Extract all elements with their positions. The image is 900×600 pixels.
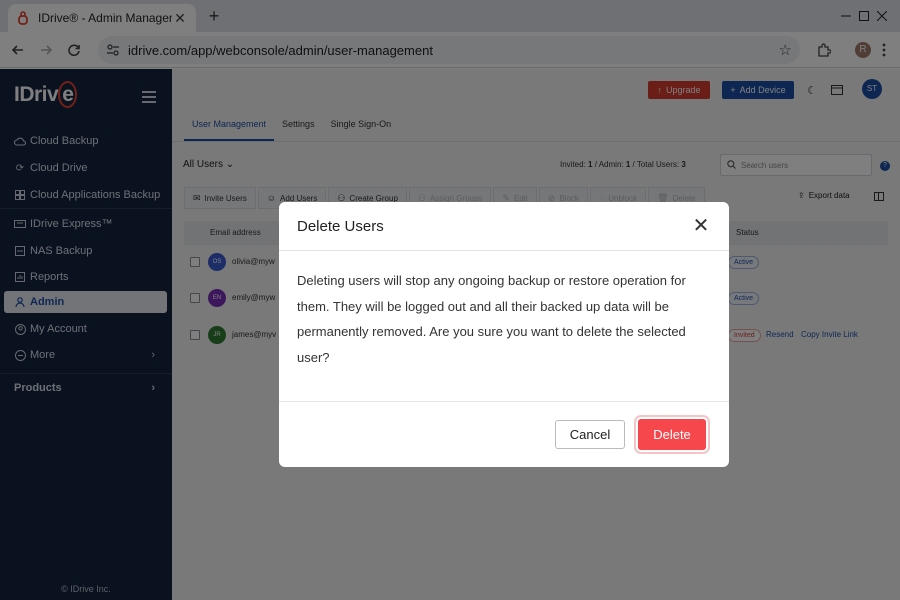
delete-users-dialog: Delete Users ✕ Deleting users will stop … <box>279 202 729 467</box>
close-icon[interactable]: ✕ <box>690 215 712 237</box>
dialog-message: Deleting users will stop any ongoing bac… <box>297 273 686 365</box>
dialog-divider <box>279 401 729 402</box>
dialog-divider <box>279 250 729 251</box>
dialog-title: Delete Users <box>297 218 384 235</box>
delete-button[interactable]: Delete <box>638 419 706 450</box>
cancel-button[interactable]: Cancel <box>555 420 625 449</box>
